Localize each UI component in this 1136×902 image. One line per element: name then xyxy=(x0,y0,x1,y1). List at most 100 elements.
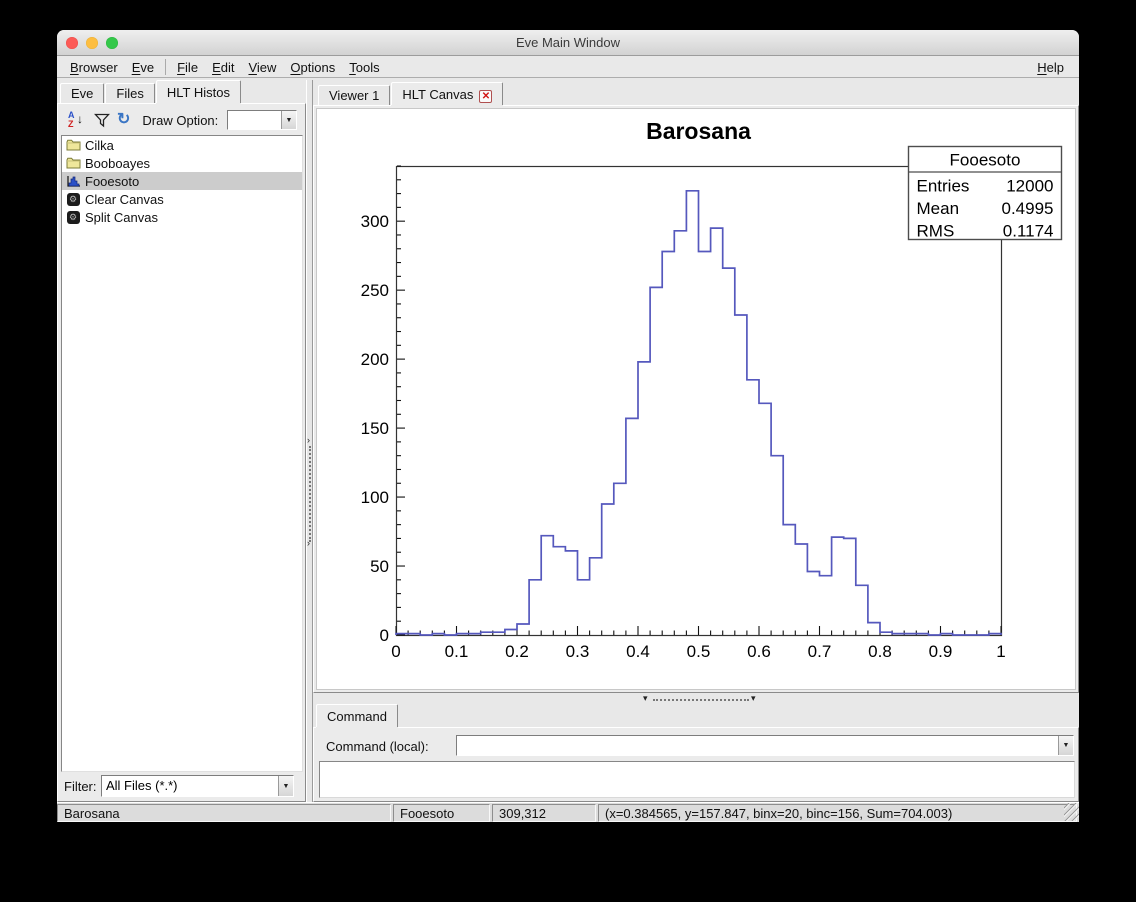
tree-item-clear-canvas[interactable]: ⚙ Clear Canvas xyxy=(62,190,302,208)
chevron-down-icon[interactable]: ▼ xyxy=(278,776,293,796)
histogram-line xyxy=(396,191,1001,635)
sort-icon[interactable]: AZ↓ xyxy=(67,110,87,130)
main-area: Viewer 1HLT Canvas✕ Barosana 0 50 100 150 200… xyxy=(313,82,1079,802)
title-bar[interactable]: Eve Main Window xyxy=(57,30,1079,56)
stats-row-value: 12000 xyxy=(1006,177,1053,196)
chevron-down-icon[interactable]: ▼ xyxy=(281,111,296,129)
tree-item-label: Cilka xyxy=(85,138,114,153)
tree-item-fooesoto[interactable]: Fooesoto xyxy=(62,172,302,190)
x-tick-label: 0.7 xyxy=(808,642,832,661)
filter-icon[interactable] xyxy=(94,113,110,128)
folder-icon xyxy=(65,156,81,170)
x-tick-label: 0.6 xyxy=(747,642,771,661)
y-tick-label: 0 xyxy=(380,626,389,645)
stats-row-label: Entries xyxy=(917,177,970,196)
y-tick-label: 150 xyxy=(361,419,389,438)
x-tick-label: 1 xyxy=(996,642,1005,661)
canvas-tab-viewer-1[interactable]: Viewer 1 xyxy=(318,85,390,105)
command-input-value xyxy=(457,736,1058,755)
stats-row-label: RMS xyxy=(917,222,955,241)
tree-item-booboayes[interactable]: Booboayes xyxy=(62,154,302,172)
chevron-down-icon[interactable]: ▼ xyxy=(1058,736,1073,755)
menu-help[interactable]: Help xyxy=(1030,58,1071,77)
draw-option-value xyxy=(228,111,281,129)
splitter-collapse-icon[interactable]: ▾ xyxy=(643,693,648,704)
close-tab-wrap: ✕ xyxy=(479,90,492,103)
canvas-tab-hlt-canvas[interactable]: HLT Canvas✕ xyxy=(391,82,503,105)
canvas-holder: Barosana05010015020025030000.10.20.30.40… xyxy=(313,105,1079,693)
x-tick-label: 0.3 xyxy=(566,642,590,661)
splitter-dots xyxy=(309,446,311,542)
splitter-collapse-icon[interactable]: › xyxy=(307,435,310,445)
status-section-2: 309,312 xyxy=(492,804,596,822)
status-bar: BarosanaFooesoto309,312(x=0.384565, y=15… xyxy=(57,802,1079,822)
sidebar-tab-bar: EveFilesHLT Histos xyxy=(60,80,242,103)
menu-file[interactable]: File xyxy=(170,58,205,77)
resize-grip-icon[interactable] xyxy=(1064,803,1079,821)
stats-row-value: 0.4995 xyxy=(1002,199,1054,218)
macro-icon: ⚙ xyxy=(65,210,81,224)
command-tab-bar: Command xyxy=(316,704,399,727)
screenshot-stage: Eve Main Window BrowserEveFileEditViewOp… xyxy=(0,0,1136,902)
tree-item-cilka[interactable]: Cilka xyxy=(62,136,302,154)
splitter-dots xyxy=(653,699,749,701)
command-content: Command (local): ▼ xyxy=(313,727,1079,802)
command-output-box[interactable] xyxy=(319,761,1075,798)
window-title: Eve Main Window xyxy=(57,35,1079,50)
filter-value: All Files (*.*) xyxy=(102,776,278,796)
menu-browser[interactable]: Browser xyxy=(63,58,125,77)
y-tick-label: 200 xyxy=(361,350,389,369)
menu-view[interactable]: View xyxy=(241,58,283,77)
splitter-collapse-icon[interactable]: › xyxy=(307,538,310,548)
stats-row-value: 0.1174 xyxy=(1003,222,1054,241)
sidebar-content: AZ↓ ↻ Draw Option: ▼ Cilka Booboayes Fooes… xyxy=(57,103,306,802)
menu-options[interactable]: Options xyxy=(283,58,342,77)
vertical-splitter[interactable]: › › xyxy=(306,80,313,802)
menu-divider xyxy=(165,59,166,75)
filter-combobox[interactable]: All Files (*.*) ▼ xyxy=(101,775,294,797)
menu-items: BrowserEve FileEditViewOptionsTools xyxy=(63,56,387,78)
stats-box: Fooesoto Entries 12000 Mean 0.4995 RMS 0.1174 xyxy=(909,147,1062,241)
draw-option-combobox[interactable]: ▼ xyxy=(227,110,297,130)
x-tick-label: 0.1 xyxy=(445,642,469,661)
command-input-combobox[interactable]: ▼ xyxy=(456,735,1074,756)
y-tick-label: 50 xyxy=(370,557,389,576)
tree-item-label: Booboayes xyxy=(85,156,150,171)
tree-item-split-canvas[interactable]: ⚙Split Canvas xyxy=(62,208,302,226)
histogram-svg: Barosana05010015020025030000.10.20.30.40… xyxy=(317,109,1077,691)
refresh-icon[interactable]: ↻ xyxy=(117,112,130,128)
tab-command[interactable]: Command xyxy=(316,704,398,727)
draw-option-label: Draw Option: xyxy=(142,113,218,128)
status-section-1: Fooesoto xyxy=(393,804,490,822)
status-section-0: Barosana xyxy=(57,804,391,822)
splitter-collapse-icon[interactable]: ▾ xyxy=(751,693,756,704)
stats-title: Fooesoto xyxy=(950,151,1021,170)
sidebar-tab-hlt-histos[interactable]: HLT Histos xyxy=(156,80,241,103)
menu-edit[interactable]: Edit xyxy=(205,58,241,77)
x-tick-label: 0.8 xyxy=(868,642,892,661)
sidebar-tab-files[interactable]: Files xyxy=(105,83,154,103)
filter-label: Filter: xyxy=(64,779,97,794)
macro-icon: ⚙ xyxy=(65,192,81,206)
histogram-icon xyxy=(65,174,81,188)
x-tick-label: 0.5 xyxy=(687,642,711,661)
stats-row-label: Mean xyxy=(917,199,960,218)
root-canvas[interactable]: Barosana05010015020025030000.10.20.30.40… xyxy=(316,108,1076,690)
menu-tools[interactable]: Tools xyxy=(342,58,386,77)
chart-title: Barosana xyxy=(646,118,751,144)
x-tick-label: 0.4 xyxy=(626,642,650,661)
canvas-tab-bar: Viewer 1HLT Canvas✕ xyxy=(318,82,504,105)
tree-item-label: Clear Canvas xyxy=(85,192,164,207)
close-tab-icon[interactable]: ✕ xyxy=(479,90,492,103)
menu-eve[interactable]: Eve xyxy=(125,58,161,77)
x-tick-label: 0 xyxy=(391,642,400,661)
object-tree: Cilka Booboayes Fooesoto ⚙ Clear Canvas⚙Spli… xyxy=(61,135,303,772)
eve-main-window: Eve Main Window BrowserEveFileEditViewOp… xyxy=(57,30,1079,822)
sidebar: EveFilesHLT Histos AZ↓ ↻ Draw Option: ▼ xyxy=(57,80,306,802)
filter-row: Filter: All Files (*.*) ▼ xyxy=(58,773,307,799)
status-section-3: (x=0.384565, y=157.847, binx=20, binc=15… xyxy=(598,804,1077,822)
tree-item-label: Fooesoto xyxy=(85,174,139,189)
y-tick-label: 250 xyxy=(361,281,389,300)
sidebar-tab-eve[interactable]: Eve xyxy=(60,83,104,103)
y-tick-label: 100 xyxy=(361,488,389,507)
